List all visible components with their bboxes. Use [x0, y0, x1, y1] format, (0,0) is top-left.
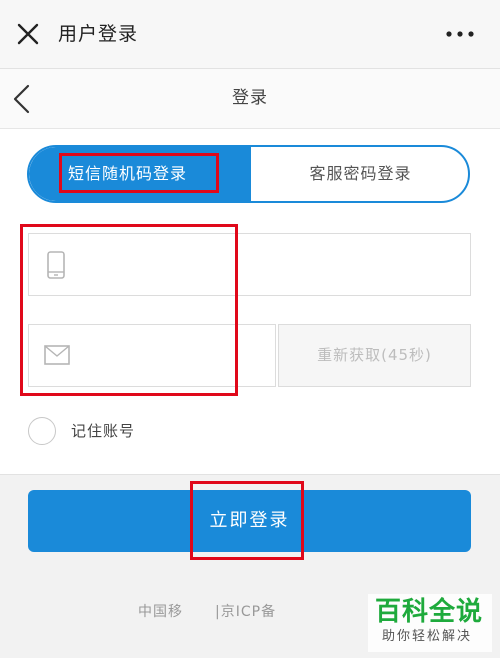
highlight-box-fields: [20, 224, 238, 396]
resend-code-button[interactable]: 重新获取(45秒): [278, 324, 471, 387]
watermark-logo: 百科全说: [375, 597, 484, 627]
more-icon[interactable]: [443, 24, 477, 44]
close-icon[interactable]: [14, 20, 42, 48]
highlight-box-tab: [59, 153, 219, 193]
tab-cs-login[interactable]: 客服密码登录: [251, 147, 468, 201]
page-title: 登录: [232, 88, 268, 108]
tab-sms-login[interactable]: 短信随机码登录: [29, 147, 251, 201]
tab-cs-label: 客服密码登录: [309, 164, 412, 183]
remember-account-label: 记住账号: [71, 422, 136, 440]
remember-account-radio[interactable]: [28, 417, 56, 445]
nav-bar: 登录: [0, 69, 500, 129]
footer-text-left: 中国移: [138, 604, 183, 620]
login-mode-toggle: 短信随机码登录 客服密码登录: [27, 145, 470, 203]
footer-text-right: |京ICP备: [215, 604, 277, 620]
watermark-tagline: 助你轻松解决: [382, 629, 473, 644]
highlight-box-login: [190, 481, 304, 560]
app-title: 用户登录: [58, 23, 139, 45]
